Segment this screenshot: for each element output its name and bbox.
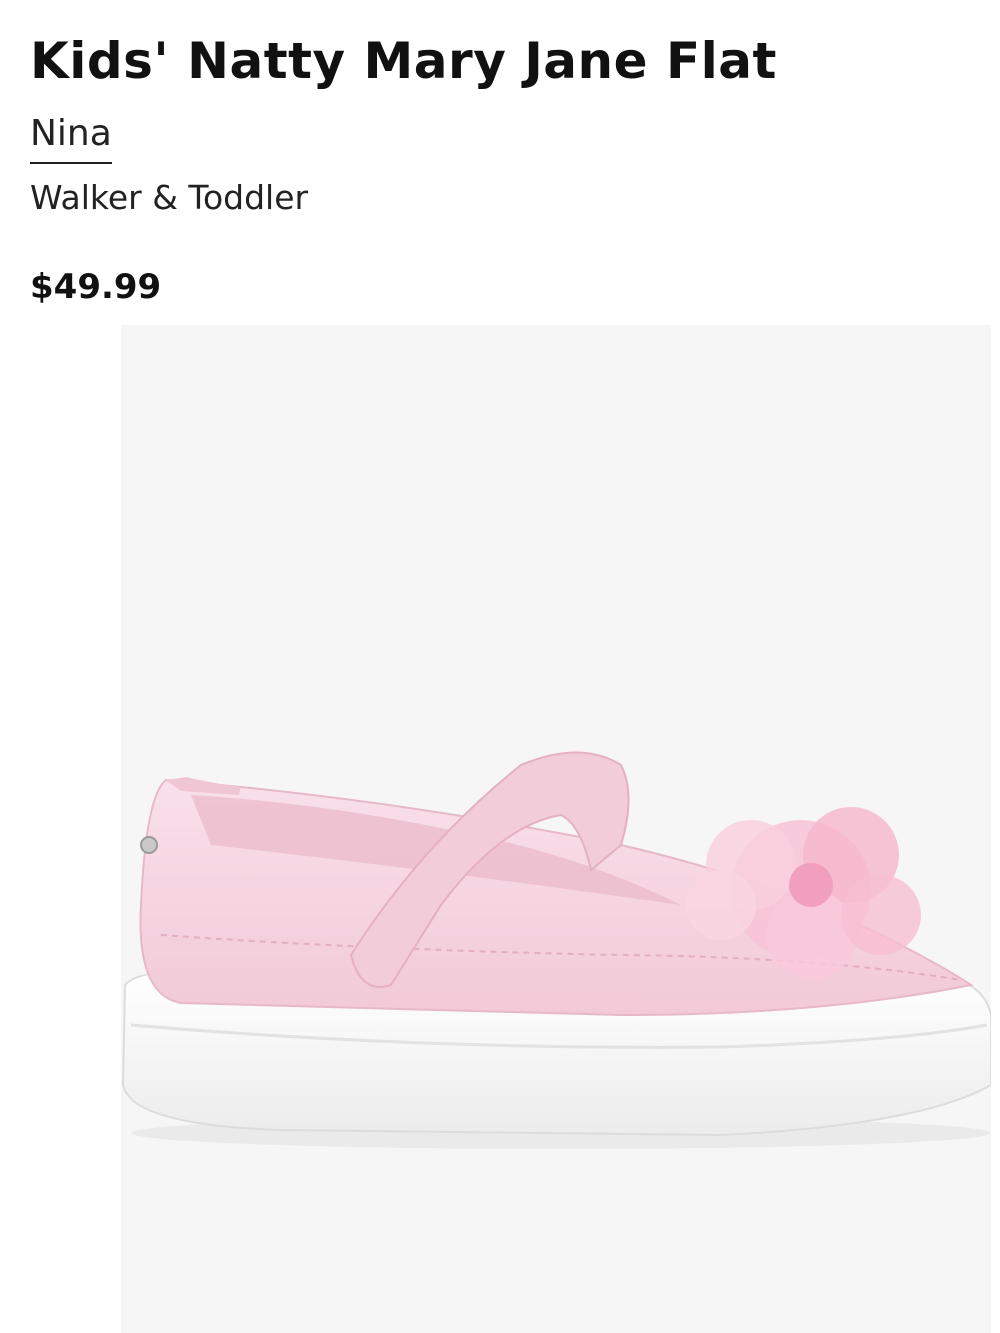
product-image[interactable]: [121, 325, 991, 1333]
product-category: Walker & Toddler: [30, 178, 309, 217]
shoe-illustration: [121, 751, 991, 1149]
product-price: $49.99: [30, 267, 162, 307]
brand-link[interactable]: Nina: [30, 110, 112, 164]
product-title: Kids' Natty Mary Jane Flat: [30, 32, 777, 90]
